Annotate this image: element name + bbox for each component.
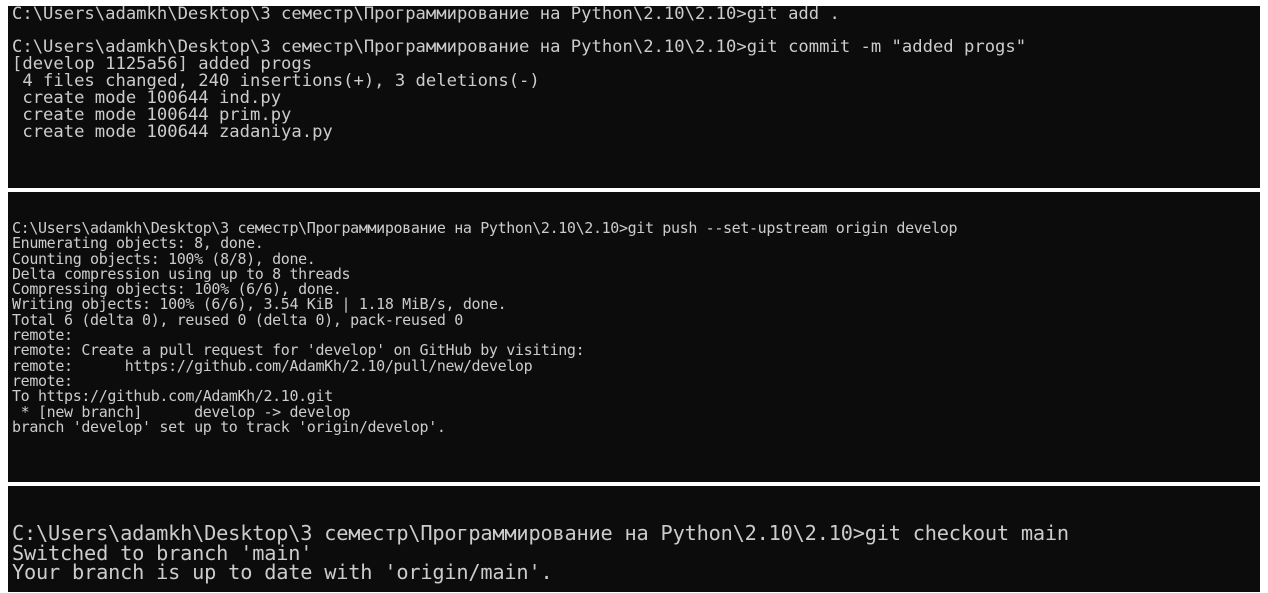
terminal-line: remote: https://github.com/AdamKh/2.10/p… <box>12 356 533 375</box>
terminal-line: Your branch is up to date with 'origin/m… <box>12 560 553 584</box>
terminal-line: C:\Users\adamkh\Desktop\3 семестр\Програ… <box>12 6 840 24</box>
terminal-window-push[interactable]: C:\Users\adamkh\Desktop\3 семестр\Програ… <box>8 192 1260 482</box>
terminal-window-checkout[interactable]: C:\Users\adamkh\Desktop\3 семестр\Програ… <box>8 486 1260 592</box>
terminal-line: Total 6 (delta 0), reused 0 (delta 0), p… <box>12 310 463 329</box>
terminal-line: branch 'develop' set up to track 'origin… <box>12 417 446 436</box>
terminal-line: create mode 100644 zadaniya.py <box>12 122 333 142</box>
terminal-window-commit[interactable]: C:\Users\adamkh\Desktop\3 семестр\Програ… <box>8 6 1260 188</box>
